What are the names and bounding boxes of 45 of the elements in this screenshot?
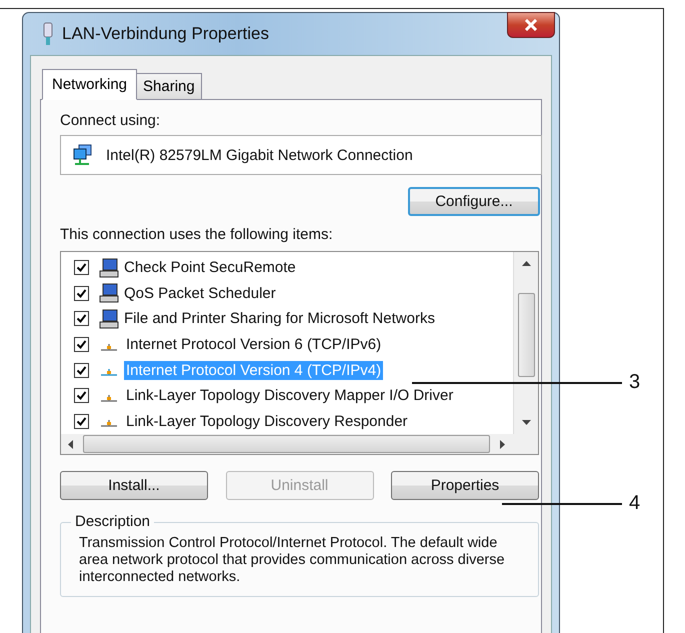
- close-icon: [523, 19, 539, 31]
- network-adapter-icon: [73, 144, 93, 166]
- items-label: This connection uses the following items:: [60, 226, 334, 243]
- vertical-scrollbar[interactable]: [513, 252, 538, 434]
- scroll-right-icon[interactable]: [500, 440, 506, 449]
- computer-icon: [98, 308, 120, 329]
- close-button[interactable]: [507, 12, 555, 38]
- checkbox[interactable]: [74, 260, 89, 276]
- callout-number: 3: [629, 371, 640, 394]
- scroll-left-icon[interactable]: [67, 440, 73, 449]
- network-protocol-icon: [100, 394, 118, 402]
- list-item[interactable]: Link-Layer Topology Discovery Mapper I/O Driver: [124, 386, 456, 406]
- list-item[interactable]: Check Point SecuRemote: [122, 258, 298, 278]
- description-title: Description: [71, 513, 154, 530]
- scroll-thumb[interactable]: [518, 293, 534, 378]
- list-item[interactable]: Internet Protocol Version 6 (TCP/IPv6): [124, 335, 384, 354]
- computer-icon: [98, 258, 120, 278]
- description-text: Transmission Control Protocol/Internet Protocol. The default wide area network protocol that provides communication across diverse interconnected networks.: [79, 535, 506, 586]
- network-cable-icon: [42, 22, 54, 46]
- network-protocol-icon: [100, 419, 118, 428]
- scroll-thumb[interactable]: [83, 435, 490, 454]
- checkbox[interactable]: [74, 414, 89, 429]
- tab[interactable]: Sharing: [136, 73, 202, 99]
- computer-icon: [98, 283, 120, 304]
- checkbox[interactable]: [74, 388, 89, 404]
- horizontal-scrollbar[interactable]: [61, 434, 538, 454]
- action-button[interactable]: Install...: [60, 471, 208, 500]
- action-button[interactable]: Properties: [391, 471, 539, 500]
- window-title: LAN-Verbindung Properties: [62, 24, 269, 44]
- checkbox[interactable]: [74, 286, 89, 301]
- adapter-name: Intel(R) 82579LM Gigabit Network Connection: [106, 146, 413, 164]
- list-item[interactable]: Link-Layer Topology Discovery Responder: [124, 412, 410, 431]
- callout-number: 4: [629, 492, 640, 515]
- connect-using-label: Connect using:: [60, 112, 162, 129]
- scroll-down-icon[interactable]: [522, 420, 530, 426]
- checkbox[interactable]: [74, 337, 89, 352]
- network-protocol-icon: [100, 368, 118, 376]
- checkbox[interactable]: [74, 311, 89, 326]
- tab[interactable]: Networking: [42, 69, 138, 100]
- list-item[interactable]: QoS Packet Scheduler: [122, 284, 278, 303]
- list-item[interactable]: File and Printer Sharing for Microsoft Networks: [122, 309, 437, 328]
- network-protocol-icon: [100, 342, 118, 351]
- scroll-up-icon[interactable]: [522, 260, 530, 266]
- configure-button[interactable]: Configure...: [408, 187, 540, 216]
- checkbox[interactable]: [74, 362, 89, 378]
